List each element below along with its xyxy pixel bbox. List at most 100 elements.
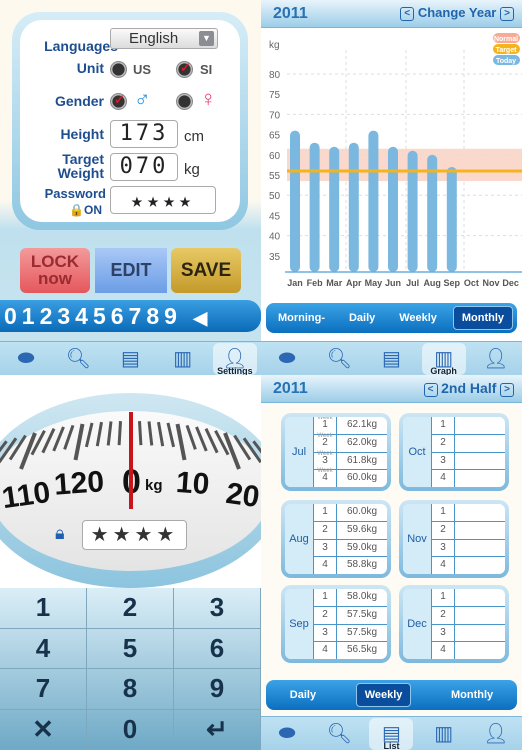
- key-0[interactable]: 0: [87, 709, 174, 750]
- number-key-row[interactable]: 0123456789: [4, 303, 182, 329]
- password-input[interactable]: ★★★★: [110, 186, 216, 214]
- week-row[interactable]: 4 58.8kg: [313, 557, 387, 574]
- tab-graph[interactable]: ▥: [161, 343, 205, 375]
- x-tick-label: Apr: [346, 278, 362, 288]
- unit-si-radio[interactable]: [176, 60, 193, 78]
- month-card: Nov 1 2 3 4: [399, 500, 509, 578]
- prev-period-button[interactable]: <: [423, 382, 438, 397]
- week-row[interactable]: 1 60.0kg: [313, 504, 387, 522]
- list-screen: 2011 < 2nd Half > Jul Week 1 62.1kg Week 2 62.…: [261, 375, 522, 750]
- target-weight-input[interactable]: 070: [110, 153, 178, 181]
- gender-female-radio[interactable]: [176, 93, 193, 110]
- key-1[interactable]: 1: [0, 588, 87, 629]
- week-row[interactable]: 2: [431, 434, 505, 453]
- week-row[interactable]: 1: [431, 504, 505, 522]
- week-row[interactable]: 1: [431, 589, 505, 607]
- week-row[interactable]: 2: [431, 606, 505, 625]
- week-weight: [455, 522, 505, 539]
- segment-daily[interactable]: Daily: [282, 684, 324, 706]
- week-row[interactable]: 1 58.0kg: [313, 589, 387, 607]
- dial-label-110: 110: [0, 475, 53, 516]
- password-field[interactable]: ★★★★: [82, 520, 187, 550]
- save-button[interactable]: SAVE: [171, 248, 241, 293]
- list-header: 2011 < 2nd Half >: [261, 375, 522, 403]
- clear-key[interactable]: ✕: [0, 709, 87, 750]
- week-row[interactable]: 4 56.5kg: [313, 642, 387, 659]
- enter-key[interactable]: ↵: [174, 709, 261, 750]
- week-row[interactable]: 4: [431, 557, 505, 574]
- month-name: Jul: [285, 417, 313, 487]
- week-row[interactable]: Week 4 60.0kg: [313, 468, 387, 487]
- key-3[interactable]: 3: [174, 588, 261, 629]
- week-row[interactable]: 3: [431, 539, 505, 558]
- key-7[interactable]: 7: [0, 669, 87, 710]
- tab-settings-label: Settings: [217, 365, 253, 376]
- gender-label: Gender: [54, 93, 104, 109]
- week-weight: 60.0kg: [346, 506, 378, 517]
- gender-male-radio[interactable]: [110, 92, 127, 110]
- number-keys[interactable]: 0123456789 ◀: [0, 300, 261, 332]
- tab-graph[interactable]: ▥: [422, 718, 466, 750]
- tab-search[interactable]: 🔍︎: [317, 718, 361, 750]
- segment-daily[interactable]: Daily: [341, 307, 383, 329]
- x-tick-label: Feb: [307, 278, 324, 288]
- tab-scale[interactable]: ⬬: [265, 718, 309, 750]
- tab-list[interactable]: ▤ List: [369, 717, 414, 750]
- tab-search[interactable]: 🔍︎: [56, 343, 100, 375]
- key-5[interactable]: 5: [87, 628, 174, 669]
- week-row[interactable]: 2: [431, 521, 505, 540]
- height-label: Height: [60, 126, 104, 142]
- segment-monthly[interactable]: Monthly: [452, 306, 514, 330]
- key-4[interactable]: 4: [0, 628, 87, 669]
- key-2[interactable]: 2: [87, 588, 174, 629]
- tab-settings[interactable]: 👤︎: [474, 718, 518, 750]
- segment-weekly[interactable]: Weekly: [391, 307, 445, 329]
- prev-year-button[interactable]: <: [400, 6, 415, 21]
- edit-button[interactable]: EDIT: [95, 248, 167, 293]
- key-6[interactable]: 6: [174, 628, 261, 669]
- backspace-icon[interactable]: ◀: [193, 308, 212, 328]
- height-input[interactable]: 173: [110, 120, 178, 148]
- week-row[interactable]: 3: [431, 624, 505, 643]
- key-9[interactable]: 9: [174, 669, 261, 710]
- unit-us-radio[interactable]: [110, 61, 127, 78]
- bar-jan: [290, 130, 300, 272]
- week-row[interactable]: 2 59.6kg: [313, 521, 387, 540]
- week-row[interactable]: 3 59.0kg: [313, 539, 387, 558]
- week-index: 1: [322, 591, 328, 602]
- language-select[interactable]: English ▼: [110, 28, 218, 49]
- y-tick-label: 35: [269, 252, 281, 263]
- week-weight: 62.0kg: [346, 436, 378, 448]
- language-value: English: [129, 30, 179, 47]
- tab-list[interactable]: ▤: [108, 343, 152, 375]
- week-row[interactable]: 1: [431, 417, 505, 435]
- week-row[interactable]: 3: [431, 452, 505, 471]
- next-period-button[interactable]: >: [500, 382, 514, 397]
- tab-settings[interactable]: 👤︎: [474, 343, 518, 375]
- tab-graph[interactable]: ▥ Graph: [421, 342, 466, 375]
- tab-scale[interactable]: ⬬: [265, 343, 309, 375]
- segment-morning[interactable]: Morning-: [270, 307, 333, 329]
- user-icon: 👤︎: [483, 723, 509, 745]
- tab-list[interactable]: ▤: [369, 343, 413, 375]
- y-tick-label: 70: [269, 110, 281, 121]
- week-row[interactable]: 2 57.5kg: [313, 606, 387, 625]
- dial-tick: [95, 421, 103, 447]
- week-index: 1: [440, 419, 446, 430]
- week-row[interactable]: 4: [431, 470, 505, 487]
- week-number: 1: [431, 504, 455, 521]
- tab-search[interactable]: 🔍︎: [317, 343, 361, 375]
- week-weight: 59.6kg: [346, 523, 378, 535]
- segment-weekly[interactable]: Weekly: [355, 683, 412, 707]
- week-row[interactable]: 3 57.5kg: [313, 624, 387, 643]
- segment-monthly[interactable]: Monthly: [443, 684, 501, 706]
- week-row[interactable]: 4: [431, 642, 505, 659]
- tab-settings[interactable]: 👤︎ Settings: [212, 342, 257, 376]
- dial-tick: [84, 422, 94, 448]
- y-axis-label: kg: [269, 40, 280, 51]
- lock-now-button[interactable]: LOCK now: [20, 248, 90, 293]
- user-icon: 👤︎: [483, 348, 509, 370]
- key-8[interactable]: 8: [87, 669, 174, 710]
- next-year-button[interactable]: >: [500, 6, 514, 21]
- tab-scale[interactable]: ⬬: [4, 343, 48, 375]
